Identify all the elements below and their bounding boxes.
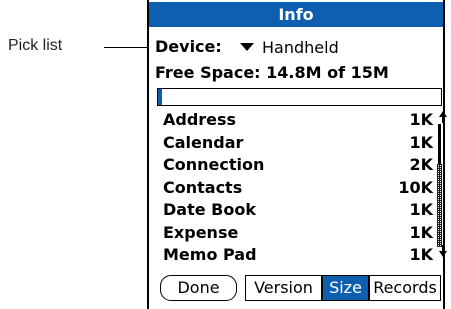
app-name: Contacts: [163, 177, 243, 197]
free-space-bar-fill: [158, 89, 162, 105]
app-size: 1K: [409, 200, 433, 219]
tab-size[interactable]: Size: [322, 275, 369, 301]
app-name: Calendar: [163, 132, 244, 152]
free-space-label: Free Space: 14.8M of 15M: [155, 63, 389, 82]
app-size: 2K: [409, 155, 433, 174]
application-list: Address 1K Calendar 1K Connection 2K Con…: [163, 109, 433, 267]
list-item[interactable]: Connection 2K: [163, 154, 433, 177]
app-name: Connection: [163, 155, 265, 174]
app-name: Address: [163, 110, 237, 129]
app-size: 1K: [409, 132, 433, 152]
app-name: Memo Pad: [163, 245, 257, 264]
app-size: 10K: [398, 177, 433, 197]
list-item[interactable]: Date Book 1K: [163, 199, 433, 222]
screen-border-right: [443, 0, 445, 309]
scroll-down-arrow-icon[interactable]: [439, 245, 447, 257]
list-item[interactable]: Memo Pad 1K: [163, 244, 433, 267]
device-pick-list[interactable]: Handheld: [262, 38, 339, 57]
window-title: Info: [149, 2, 443, 27]
scrollbar-track[interactable]: [437, 164, 442, 247]
screen-border-left: [147, 0, 149, 309]
list-item[interactable]: Address 1K: [163, 109, 433, 132]
app-size: 1K: [409, 110, 433, 129]
button-bar: Done Version Size Records: [157, 275, 443, 301]
tab-version[interactable]: Version: [245, 275, 322, 301]
pick-list-callout-label: Pick list: [8, 37, 63, 54]
app-name: Date Book: [163, 200, 256, 219]
list-item[interactable]: Expense 1K: [163, 222, 433, 245]
device-label: Device:: [155, 37, 222, 56]
scroll-thumb[interactable]: [438, 124, 441, 164]
app-size: 1K: [409, 245, 433, 264]
list-item[interactable]: Contacts 10K: [163, 177, 433, 200]
scroll-up-arrow-icon[interactable]: [439, 111, 447, 123]
free-space-bar: [157, 88, 442, 106]
pick-list-arrow-icon[interactable]: [240, 43, 254, 51]
list-item[interactable]: Calendar 1K: [163, 132, 433, 155]
app-name: Expense: [163, 222, 239, 242]
done-button[interactable]: Done: [160, 275, 237, 301]
app-size: 1K: [409, 222, 433, 242]
tab-records[interactable]: Records: [369, 275, 441, 301]
